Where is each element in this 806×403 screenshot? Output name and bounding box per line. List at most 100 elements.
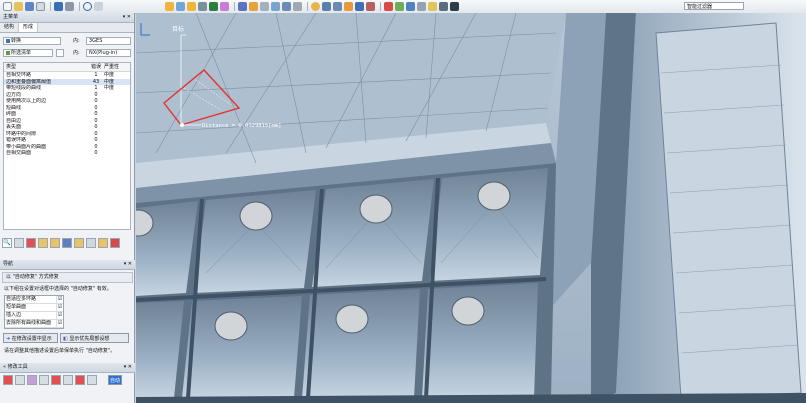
list-item[interactable]: 插入边 ☑	[5, 312, 63, 320]
transform-icon[interactable]	[406, 2, 415, 11]
source-field[interactable]: 3GES	[86, 37, 131, 45]
edge-icon[interactable]	[15, 375, 25, 385]
table-row[interactable]: 自相交曲面 0	[4, 150, 130, 157]
fit-view-icon[interactable]	[176, 2, 185, 11]
repair-icon[interactable]	[333, 2, 342, 11]
select-icon[interactable]	[94, 2, 103, 11]
list-item[interactable]: 短单曲面 ☑	[5, 304, 63, 312]
dimension-label: 目标	[172, 25, 184, 33]
nav-note: 请在调整其他描述设置后单保单执行 "自动修复"。	[4, 348, 116, 354]
arrow-icon: ➜	[6, 336, 11, 342]
checkbox-icon[interactable]: ☑	[56, 296, 63, 303]
color-icon[interactable]	[220, 2, 229, 11]
black-square-icon[interactable]	[450, 2, 459, 11]
checkbox-icon[interactable]: ☑	[56, 304, 63, 311]
tab-formation[interactable]: 形成	[19, 23, 39, 32]
section-icon[interactable]	[271, 2, 280, 11]
column-header-errors: 错误	[90, 64, 101, 70]
analysis-icon[interactable]	[322, 2, 331, 11]
checkbox-icon[interactable]: ☑	[56, 312, 63, 319]
target-field[interactable]: NX(Plug-in)	[86, 49, 131, 57]
face-icon[interactable]	[27, 375, 37, 385]
print-icon[interactable]	[36, 2, 45, 11]
distance-readout: Distance = 0.0129815[mm]	[202, 123, 281, 129]
pan-icon[interactable]	[187, 2, 196, 11]
previous-icon[interactable]	[38, 238, 48, 248]
tab-structure[interactable]: 结构	[0, 23, 20, 32]
wireframe-icon[interactable]	[260, 2, 269, 11]
toolbar-separator	[307, 2, 308, 11]
nav-controls[interactable]: ▾ ✕	[124, 260, 132, 269]
preview-icon: ◧	[63, 336, 68, 342]
undo-icon[interactable]	[54, 2, 63, 11]
view-tool-group	[165, 1, 461, 12]
heal-icon[interactable]	[344, 2, 353, 11]
merge-icon[interactable]	[87, 375, 97, 385]
add-icon[interactable]	[395, 2, 404, 11]
convert-select[interactable]: 转换	[3, 37, 61, 45]
tag-icon[interactable]	[428, 2, 437, 11]
new-file-icon[interactable]	[3, 2, 12, 11]
pointer-icon[interactable]	[110, 238, 120, 248]
check-tool-row: 🔍	[2, 238, 122, 249]
next-icon[interactable]	[50, 238, 60, 248]
redo-icon[interactable]	[65, 2, 74, 11]
toolbar-separator	[79, 2, 80, 11]
filter-icon[interactable]	[366, 2, 375, 11]
view-cube-icon[interactable]	[282, 2, 291, 11]
repair-tools-header: « 修改工具 ▾ ✕	[0, 363, 135, 373]
pen-icon[interactable]	[3, 375, 13, 385]
open-folder-icon[interactable]	[14, 2, 23, 11]
error-icon[interactable]	[26, 238, 36, 248]
gear-icon[interactable]	[56, 49, 64, 57]
nav-title: 导航	[3, 261, 14, 267]
list-icon[interactable]	[14, 238, 24, 248]
model-canvas[interactable]: 目标 Distance = 0.0129815[mm]	[136, 13, 806, 403]
fill-icon[interactable]	[63, 375, 73, 385]
search-icon[interactable]: 🔍	[2, 238, 12, 248]
layer-icon[interactable]	[293, 2, 302, 11]
repair-tools-controls[interactable]: ▾ ✕	[124, 363, 132, 372]
repair-tools-row: 自动	[0, 373, 135, 387]
info-icon[interactable]	[311, 2, 320, 11]
auto-button[interactable]: 自动	[108, 375, 122, 385]
highlight-icon[interactable]	[165, 2, 174, 11]
toolbar-separator	[380, 2, 381, 11]
item-label: 自适应多环路	[6, 296, 37, 302]
list-item[interactable]: 自适应多环路 ☑	[5, 296, 63, 304]
up-icon[interactable]	[98, 238, 108, 248]
zoom-icon[interactable]	[209, 2, 218, 11]
stitch-icon[interactable]	[39, 375, 49, 385]
layout-icon[interactable]	[417, 2, 426, 11]
checkbox-icon[interactable]: ☑	[56, 320, 63, 327]
grid-icon[interactable]	[439, 2, 448, 11]
smart-filter-select[interactable]: 智能过滤器	[684, 2, 744, 10]
check-icon[interactable]	[355, 2, 364, 11]
last-icon[interactable]	[86, 238, 96, 248]
save-icon[interactable]	[25, 2, 34, 11]
panel-controls[interactable]: ▾ ✕	[123, 13, 131, 22]
repair-tools-title[interactable]: « 修改工具	[3, 364, 28, 370]
show-in-settings-button[interactable]: ➜ 在修改设置中显示	[3, 333, 58, 343]
measure-icon[interactable]	[238, 2, 247, 11]
remove-icon[interactable]	[51, 375, 61, 385]
refresh-icon[interactable]	[83, 2, 92, 11]
field-label: 内:	[73, 38, 80, 44]
toolbar-separator	[234, 2, 235, 11]
repair-tool-icons	[3, 375, 99, 385]
check-results-table: 类型 错误 严重性 自相交环路 1 中度 边和重叠面偏离阈值 43 中度 带短线段的曲线…	[3, 62, 131, 230]
split-icon[interactable]	[75, 375, 85, 385]
list-item[interactable]: 去除所有曲线和曲面 ☑	[5, 320, 63, 328]
show-preview-button[interactable]: ◧ 显示优先局部设想	[60, 333, 129, 343]
rotate-icon[interactable]	[198, 2, 207, 11]
dropdown-marker-icon	[6, 39, 10, 43]
highlight-face-icon[interactable]	[62, 238, 72, 248]
selection-select[interactable]: 所选清单	[3, 49, 53, 57]
first-icon[interactable]	[74, 238, 84, 248]
3d-viewport[interactable]: 目标 Distance = 0.0129815[mm]	[136, 13, 806, 403]
table-header: 类型 错误 严重性	[4, 63, 130, 72]
shading-icon[interactable]	[249, 2, 258, 11]
delete-icon[interactable]	[384, 2, 393, 11]
convert-select-value: 转换	[11, 38, 22, 44]
nav-header: 导航 ▾ ✕	[0, 260, 135, 270]
